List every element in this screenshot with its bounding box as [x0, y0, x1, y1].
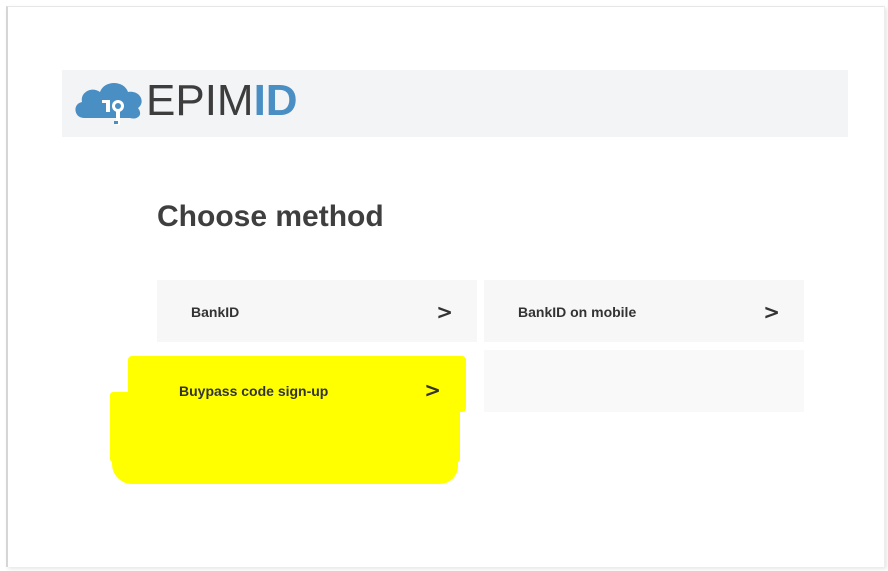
method-bankid-button[interactable]: BankID > — [157, 280, 477, 342]
brand-name-epim: EPIM — [146, 76, 254, 125]
highlight-mark — [112, 420, 458, 484]
brand-name-id: ID — [253, 76, 298, 125]
method-buypass-button[interactable]: Buypass code sign-up > — [155, 356, 469, 418]
method-label: Buypass code sign-up — [179, 383, 329, 399]
chevron-right-icon: > — [763, 300, 780, 324]
page-title: Choose method — [157, 200, 384, 233]
epimid-logo: EPIMID — [70, 76, 298, 126]
chevron-right-icon: > — [424, 378, 441, 402]
method-empty-tile — [484, 350, 804, 412]
chevron-right-icon: > — [436, 300, 453, 324]
method-label: BankID — [191, 304, 240, 320]
cloud-key-icon — [75, 83, 142, 125]
header-bar: EPIMID — [62, 70, 848, 137]
method-label: BankID on mobile — [518, 304, 637, 320]
brand-wordmark: EPIMID — [146, 79, 298, 123]
method-bankid-mobile-button[interactable]: BankID on mobile > — [484, 280, 804, 342]
